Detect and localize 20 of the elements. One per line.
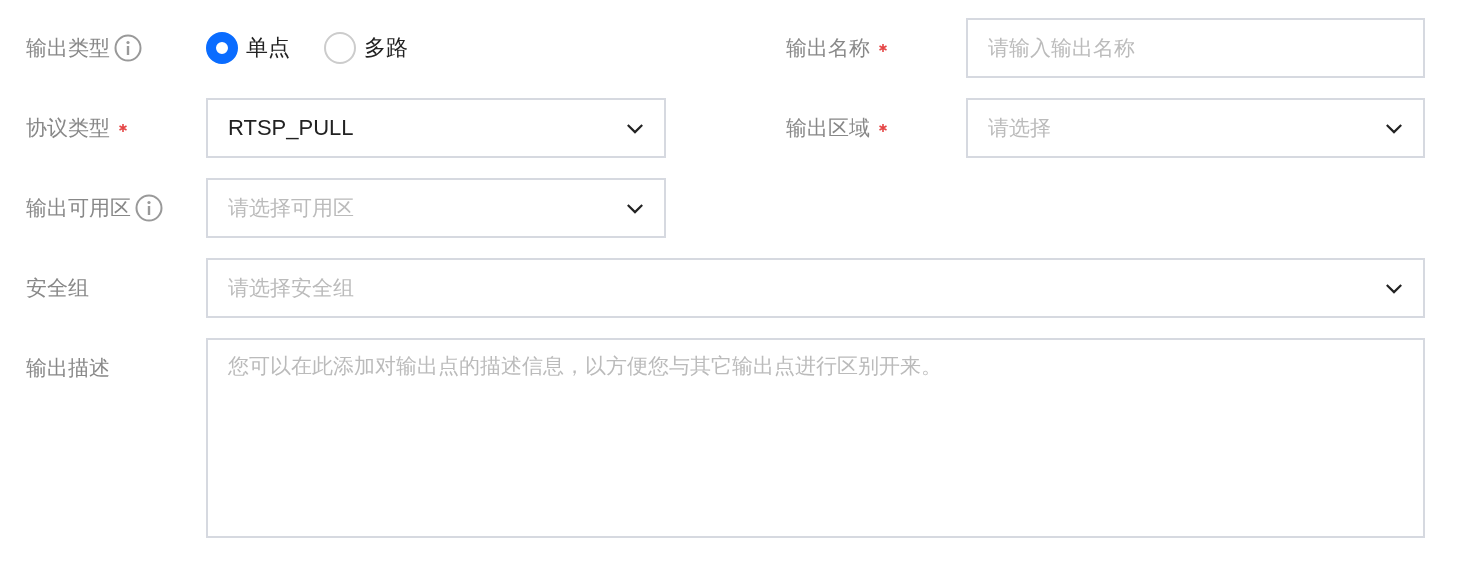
field-label: 输出类型 (26, 35, 110, 62)
chevron-down-icon (626, 202, 644, 214)
field-label: 输出描述 (26, 355, 110, 382)
info-icon[interactable] (135, 194, 163, 222)
info-icon[interactable] (114, 34, 142, 62)
field-label: 协议类型 (26, 115, 110, 142)
field-label: 安全组 (26, 275, 89, 302)
field-label: 输出可用区 (26, 195, 131, 222)
radio-label[interactable]: 单点 (246, 33, 290, 63)
chevron-down-icon (1385, 282, 1403, 294)
input-field[interactable]: 请输入输出名称 (966, 18, 1425, 78)
radio-label[interactable]: 多路 (364, 33, 408, 63)
field-label: 输出名称 (786, 35, 870, 62)
chevron-down-icon (626, 122, 644, 134)
chevron-down-icon (1385, 122, 1403, 134)
select-field[interactable]: RTSP_PULL (206, 98, 666, 158)
description-textarea[interactable]: 您可以在此添加对输出点的描述信息，以方便您与其它输出点进行区别开来。 (206, 338, 1425, 538)
radio-button[interactable] (206, 32, 238, 64)
radio-button[interactable] (324, 32, 356, 64)
field-label: 输出区域 (786, 115, 870, 142)
